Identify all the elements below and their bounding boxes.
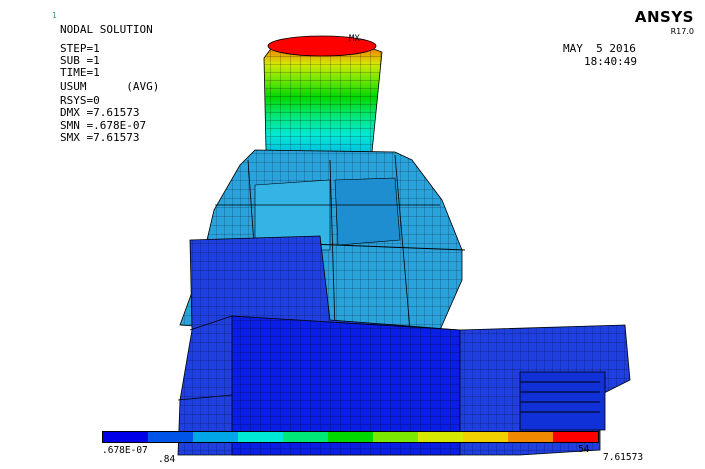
legend-min-label: .678E-07 [102, 445, 148, 456]
legend-band-6 [328, 432, 373, 442]
legend-max-label: 7.61573 [603, 452, 644, 463]
legend-band-10 [508, 432, 553, 442]
legend-band-1 [103, 432, 148, 442]
legend-band-2 [148, 432, 193, 442]
legend-band-3 [193, 432, 238, 442]
legend-band-11 [553, 432, 598, 442]
legend-partial-label-2: 54 [578, 444, 590, 455]
legend-partial-label-1: .84 [158, 454, 176, 465]
legend-band-7 [373, 432, 418, 442]
legend-band-4 [238, 432, 283, 442]
max-marker: MX [349, 34, 360, 44]
contour-legend [102, 431, 599, 443]
legend-band-9 [463, 432, 508, 442]
fem-model-viewport[interactable]: MX [0, 0, 705, 469]
legend-band-5 [283, 432, 328, 442]
top-cylinder [263, 35, 383, 157]
legend-band-8 [418, 432, 463, 442]
